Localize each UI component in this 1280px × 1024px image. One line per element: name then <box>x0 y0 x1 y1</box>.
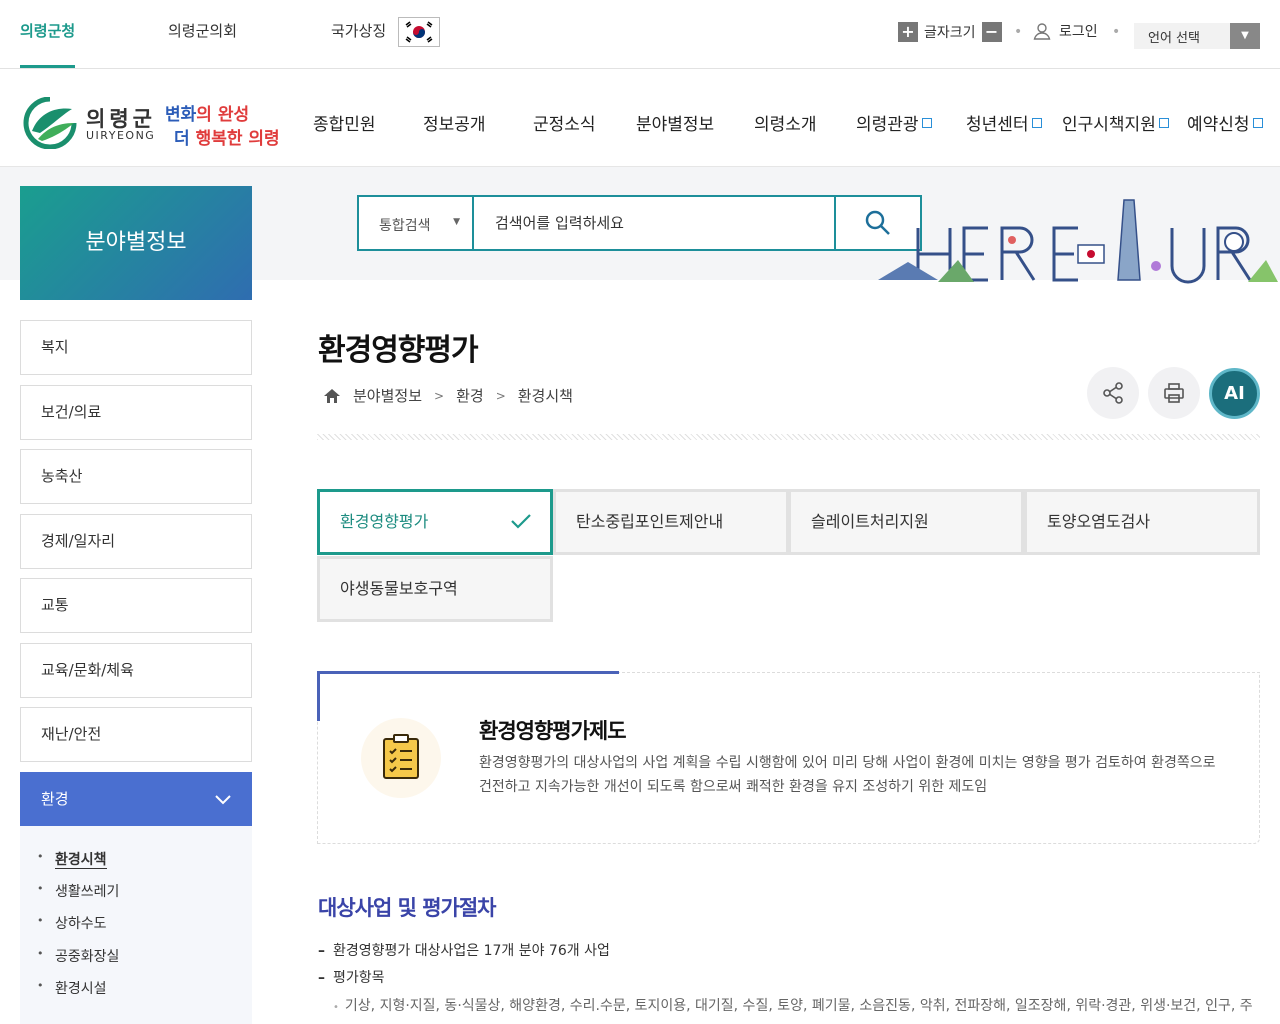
check-icon <box>511 514 531 529</box>
print-icon <box>1164 383 1184 403</box>
intro-title: 환경영향평가제도 <box>479 719 627 743</box>
font-size-control: + 글자크기 − <box>898 22 1002 42</box>
gnb-tourism[interactable]: 의령관광 <box>856 110 932 135</box>
login-link[interactable]: 로그인 <box>1033 21 1098 41</box>
tab-wildlife-protection[interactable]: 야생동물보호구역 <box>317 556 553 622</box>
gnb-reservation[interactable]: 예약신청 <box>1187 110 1263 135</box>
sidebar-title: 분야별정보 <box>20 186 252 300</box>
tab-soil-test[interactable]: 토양오염도검사 <box>1024 489 1260 555</box>
dropdown-arrow-icon: ▼ <box>1230 23 1260 49</box>
search-scope-select[interactable]: 통합검색 ▼ <box>359 197 474 249</box>
page-title: 환경영향평가 <box>318 333 479 368</box>
gnb-about-uiryeong[interactable]: 의령소개 <box>754 110 817 135</box>
font-decrease-button[interactable]: − <box>981 22 1002 42</box>
chevron-right-icon: > <box>434 388 445 403</box>
separator-dot: • <box>1014 24 1023 40</box>
sidebar-item-agriculture[interactable]: 농축산 <box>20 449 252 504</box>
gnb-population-support[interactable]: 인구시책지원 <box>1062 110 1169 135</box>
intro-description: 환경영향평가의 대상사업의 사업 계획을 수립 시행함에 있어 미리 당해 사업… <box>479 755 1216 795</box>
sidebar-item-health[interactable]: 보건/의료 <box>20 385 252 440</box>
submenu-water-sewage[interactable]: 상하수도 <box>37 913 107 933</box>
sidebar-item-environment[interactable]: 환경 <box>20 772 252 827</box>
home-icon[interactable] <box>323 388 341 404</box>
chevron-down-icon <box>215 795 231 805</box>
intro-accent-left <box>317 671 320 721</box>
tab-carbon-neutral-points[interactable]: 탄소중립포인트제안내 <box>553 489 789 555</box>
tab-environmental-impact[interactable]: 환경영향평가 <box>317 489 553 555</box>
sidebar-item-transport[interactable]: 교통 <box>20 578 252 633</box>
content-bullet: 평가항목 <box>318 967 385 987</box>
county-logo-icon[interactable] <box>22 97 78 149</box>
slogan-line2: 더 행복한 의령 <box>174 129 280 149</box>
sidebar-item-welfare[interactable]: 복지 <box>20 320 252 375</box>
gnb-field-info[interactable]: 분야별정보 <box>636 110 714 135</box>
breadcrumb-item[interactable]: 환경 <box>456 385 484 406</box>
submenu-public-restroom[interactable]: 공중화장실 <box>37 946 119 966</box>
external-link-icon <box>1252 118 1263 128</box>
sidebar-item-safety[interactable]: 재난/안전 <box>20 707 252 762</box>
slogan-line1: 변화의 완성 <box>165 105 250 125</box>
divider <box>317 434 1260 440</box>
gnb-youth-center[interactable]: 청년센터 <box>966 110 1042 135</box>
user-icon <box>1033 23 1051 40</box>
korean-flag-icon[interactable] <box>398 17 440 47</box>
search-input[interactable] <box>477 197 837 249</box>
breadcrumb: 분야별정보 > 환경 > 환경시책 <box>323 385 573 406</box>
share-button[interactable] <box>1087 367 1139 419</box>
login-label: 로그인 <box>1059 24 1098 40</box>
submenu-environment-policy[interactable]: 환경시책 <box>37 849 107 869</box>
link-national-symbols[interactable]: 국가상징 <box>331 20 386 68</box>
intro-accent-top <box>317 671 619 674</box>
print-button[interactable] <box>1148 367 1200 419</box>
link-county-council[interactable]: 의령군의회 <box>168 20 237 68</box>
font-increase-button[interactable]: + <box>898 22 918 42</box>
breadcrumb-item[interactable]: 분야별정보 <box>353 385 422 406</box>
here-ur-graphic <box>878 199 1278 284</box>
logo-english: UIRYEONG <box>86 129 156 142</box>
chevron-right-icon: > <box>495 388 506 403</box>
link-uiryeong-county[interactable]: 의령군청 <box>20 20 76 68</box>
font-size-label: 글자크기 <box>924 25 976 41</box>
section-title: 대상사업 및 평가절차 <box>318 896 497 920</box>
ai-assistant-button[interactable]: AI <box>1209 368 1260 419</box>
language-select[interactable]: 언어 선택 ▼ <box>1134 23 1260 49</box>
submenu-environment-facility[interactable]: 환경시설 <box>37 978 107 998</box>
tab-slate-support[interactable]: 슬레이트처리지원 <box>788 489 1024 555</box>
separator-dot: • <box>1112 24 1121 40</box>
external-link-icon <box>1158 118 1169 128</box>
gnb-county-news[interactable]: 군정소식 <box>533 110 596 135</box>
language-label: 언어 선택 <box>1148 31 1200 46</box>
main-header: 의령군 UIRYEONG 변화의 완성 더 행복한 의령 종합민원 정보공개 군… <box>0 70 1280 167</box>
clipboard-icon <box>361 718 441 798</box>
content-bullet: 환경영향평가 대상사업은 17개 분야 76개 사업 <box>318 940 610 960</box>
external-link-icon <box>921 118 932 128</box>
content-sub-bullet: 기상, 지형·지질, 동·식물상, 해양환경, 수리.수문, 토지이용, 대기질… <box>333 994 1258 1024</box>
search-box: 통합검색 ▼ <box>357 195 922 251</box>
utility-bar: 의령군청 의령군의회 국가상징 + 글자크기 − • 로그인 • 언어 선택 ▼ <box>0 0 1280 69</box>
submenu-household-waste[interactable]: 생활쓰레기 <box>37 881 119 901</box>
sidebar-item-label: 환경 <box>41 790 69 808</box>
sidebar-item-economy[interactable]: 경제/일자리 <box>20 514 252 569</box>
sidebar-item-education[interactable]: 교육/문화/체육 <box>20 643 252 698</box>
breadcrumb-item[interactable]: 환경시책 <box>518 385 573 406</box>
gnb-info-disclosure[interactable]: 정보공개 <box>423 110 486 135</box>
external-link-icon <box>1031 118 1042 128</box>
share-icon <box>1103 382 1123 404</box>
gnb-civil-service[interactable]: 종합민원 <box>313 110 376 135</box>
